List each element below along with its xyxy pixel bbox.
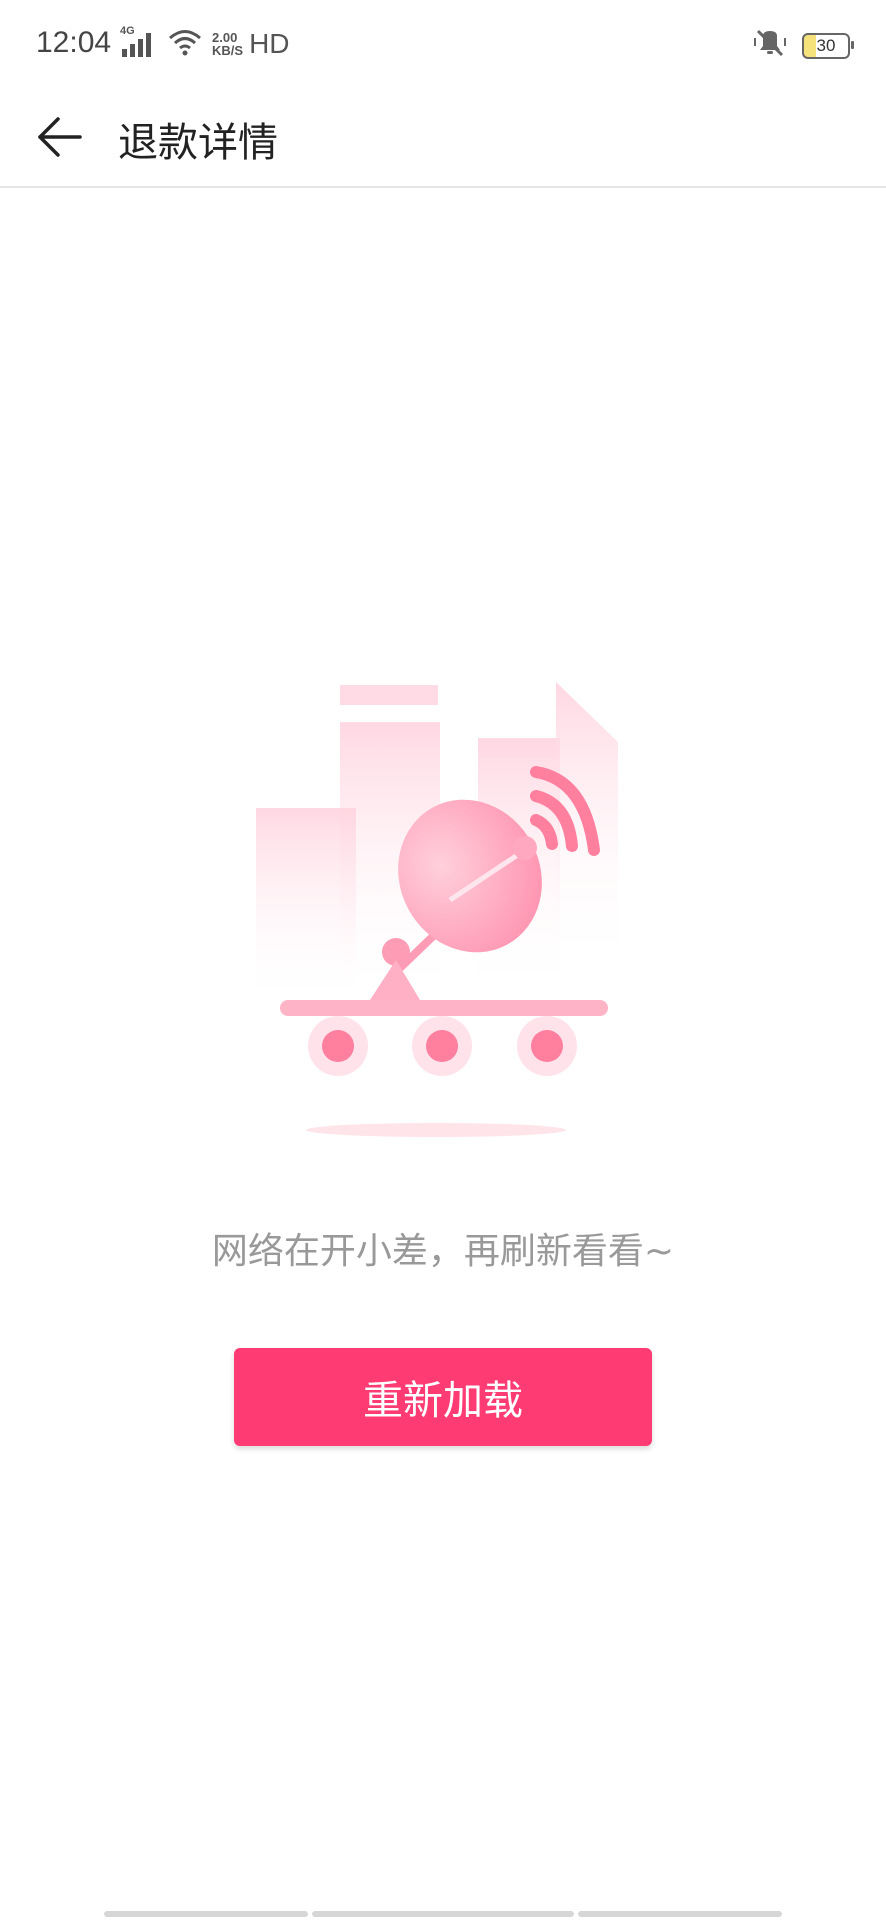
hd-indicator: HD bbox=[249, 28, 290, 59]
app-bar: 退款详情 bbox=[0, 88, 886, 188]
signal-4g-icon: 4G bbox=[120, 25, 160, 59]
shadow-shape bbox=[306, 1123, 566, 1137]
indicator-bar bbox=[578, 1911, 782, 1917]
network-error-illustration bbox=[240, 670, 660, 1150]
vibrate-mute-icon bbox=[752, 28, 788, 63]
wifi-icon bbox=[168, 28, 202, 61]
indicator-bar bbox=[312, 1911, 574, 1917]
status-bar: 12:04 4G 2.00 KB/S HD 30 bbox=[0, 0, 886, 88]
status-left-icons: 4G 2.00 KB/S HD bbox=[120, 25, 290, 62]
building-shape bbox=[340, 685, 438, 705]
battery-indicator: 30 bbox=[802, 32, 854, 59]
indicator-bar bbox=[104, 1911, 308, 1917]
building-shape bbox=[256, 808, 356, 1008]
reload-button[interactable]: 重新加载 bbox=[234, 1348, 652, 1446]
bottom-indicator bbox=[104, 1911, 782, 1917]
page-title: 退款详情 bbox=[118, 120, 278, 166]
battery-level: 30 bbox=[816, 35, 836, 55]
network-speed: 2.00 KB/S bbox=[212, 31, 243, 57]
arrow-left-icon bbox=[38, 117, 82, 157]
error-message: 网络在开小差，再刷新看看~ bbox=[211, 1231, 675, 1272]
back-button[interactable] bbox=[28, 102, 98, 172]
status-time: 12:04 bbox=[36, 26, 112, 59]
status-right-icons: 30 bbox=[752, 28, 854, 63]
speed-unit: KB/S bbox=[212, 43, 244, 58]
